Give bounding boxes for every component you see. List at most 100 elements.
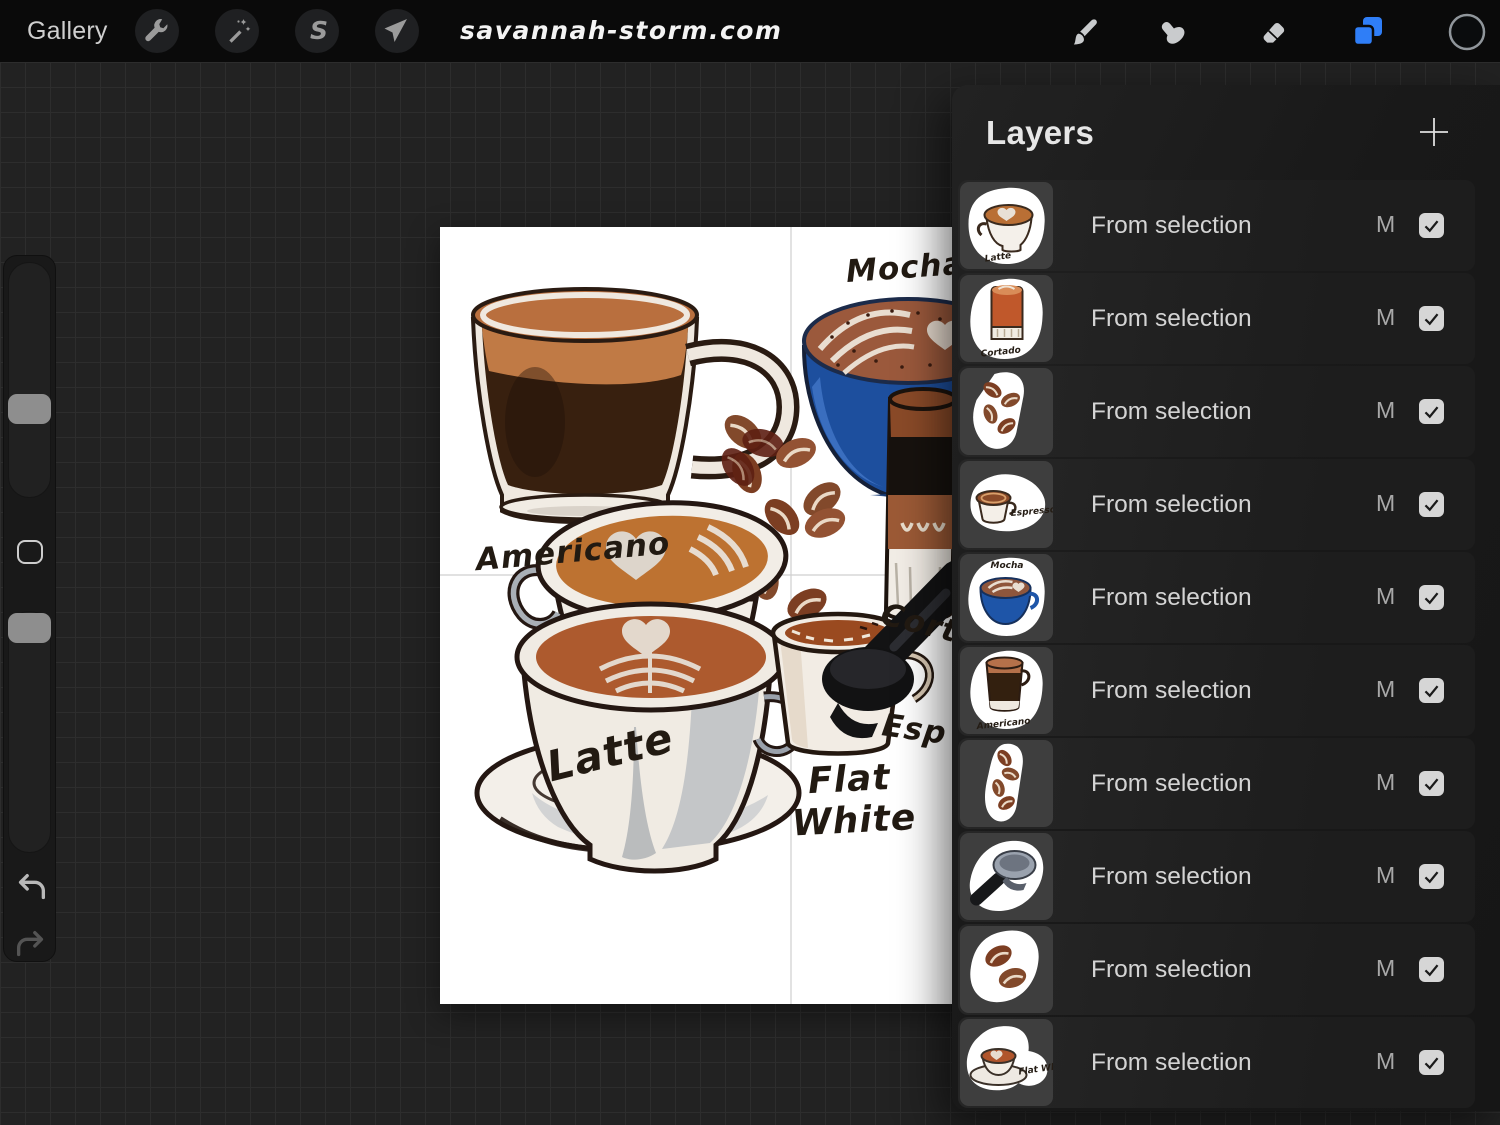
- layer-row-mocha[interactable]: Mocha From selection M: [958, 552, 1475, 643]
- brush-size-slider[interactable]: [8, 262, 51, 498]
- flat-white-thumb-icon: Flat White: [960, 1019, 1053, 1106]
- check-icon: [1422, 774, 1441, 793]
- layer-name: From selection: [1091, 491, 1252, 519]
- check-icon: [1422, 867, 1441, 886]
- brush-size-handle[interactable]: [8, 394, 51, 424]
- layer-name: From selection: [1091, 212, 1252, 240]
- coffee-beans-thumb-icon: [960, 368, 1053, 455]
- check-icon: [1422, 402, 1441, 421]
- blend-mode-badge[interactable]: M: [1376, 304, 1395, 331]
- layers-panel: Layers: [952, 85, 1500, 1111]
- mocha-label: Mocha: [845, 246, 966, 290]
- blend-mode-badge[interactable]: M: [1376, 211, 1395, 238]
- smudge-tool-button[interactable]: [1151, 13, 1195, 51]
- workspace-background: Americano Mocha Latte Cort Esp Flat Whit…: [0, 62, 1500, 1125]
- layer-row-cortado[interactable]: Cortado From selection M: [958, 273, 1475, 364]
- brush-tool-button[interactable]: [1063, 13, 1107, 51]
- mocha-thumb-icon: Mocha: [960, 554, 1053, 641]
- layers-panel-header: Layers: [952, 85, 1500, 180]
- layer-name: From selection: [1091, 1049, 1252, 1077]
- selection-glyph: S: [310, 16, 328, 45]
- modify-button[interactable]: [17, 540, 43, 564]
- blend-mode-badge[interactable]: M: [1376, 1048, 1395, 1075]
- layer-thumbnail[interactable]: [960, 740, 1053, 827]
- check-icon: [1422, 588, 1441, 607]
- color-tool-button[interactable]: [1445, 13, 1489, 51]
- layer-visibility-checkbox[interactable]: [1419, 585, 1444, 610]
- layer-visibility-checkbox[interactable]: [1419, 306, 1444, 331]
- check-icon: [1422, 309, 1441, 328]
- layer-row-americano[interactable]: Americano From selection M: [958, 645, 1475, 736]
- blend-mode-badge[interactable]: M: [1376, 769, 1395, 796]
- wrench-icon: [141, 15, 173, 47]
- eraser-tool-button[interactable]: [1250, 13, 1294, 51]
- espresso-label: Esp: [880, 707, 949, 752]
- blend-mode-badge[interactable]: M: [1376, 955, 1395, 982]
- layer-visibility-checkbox[interactable]: [1419, 864, 1444, 889]
- canvas[interactable]: Americano Mocha Latte Cort Esp Flat Whit…: [440, 227, 1010, 1004]
- eraser-icon: [1255, 15, 1289, 49]
- layer-row-portafilter[interactable]: From selection M: [958, 831, 1475, 922]
- layer-thumbnail[interactable]: [960, 368, 1053, 455]
- layer-thumbnail[interactable]: Americano: [960, 647, 1053, 734]
- layer-thumbnail[interactable]: [960, 926, 1053, 1013]
- layer-thumbnail[interactable]: Latte: [960, 182, 1053, 269]
- layer-visibility-checkbox[interactable]: [1419, 678, 1444, 703]
- layer-thumbnail[interactable]: Cortado: [960, 275, 1053, 362]
- smudge-icon: [1156, 15, 1190, 49]
- layer-visibility-checkbox[interactable]: [1419, 771, 1444, 796]
- layer-row-latte[interactable]: Latte From selection M: [958, 180, 1475, 271]
- selection-s-icon: S: [301, 15, 333, 47]
- layer-row-espresso[interactable]: Espresso From selection M: [958, 459, 1475, 550]
- layers-tool-button[interactable]: [1346, 13, 1390, 51]
- gallery-button[interactable]: Gallery: [27, 17, 108, 46]
- layer-visibility-checkbox[interactable]: [1419, 957, 1444, 982]
- selection-button[interactable]: S: [295, 9, 339, 53]
- cortado-thumb-icon: Cortado: [960, 275, 1053, 362]
- plus-icon: [1417, 115, 1451, 149]
- coffee-illustration: Americano Mocha Latte Cort Esp Flat Whit…: [440, 227, 1010, 1004]
- layers-list: Latte From selection M: [958, 180, 1475, 1108]
- opacity-slider[interactable]: [8, 611, 51, 853]
- layer-row-beans-1[interactable]: From selection M: [958, 366, 1475, 457]
- layer-name: From selection: [1091, 677, 1252, 705]
- actions-button[interactable]: [135, 9, 179, 53]
- layer-row-beans-3[interactable]: From selection M: [958, 924, 1475, 1015]
- blend-mode-badge[interactable]: M: [1376, 676, 1395, 703]
- transform-button[interactable]: [375, 9, 419, 53]
- blend-mode-badge[interactable]: M: [1376, 397, 1395, 424]
- add-layer-button[interactable]: [1410, 108, 1458, 156]
- layers-icon: [1350, 14, 1386, 50]
- layer-name: From selection: [1091, 398, 1252, 426]
- blend-mode-badge[interactable]: M: [1376, 583, 1395, 610]
- layer-name: From selection: [1091, 956, 1252, 984]
- layer-visibility-checkbox[interactable]: [1419, 213, 1444, 238]
- procreate-window: Gallery S savannah-storm.com: [0, 0, 1500, 1125]
- layer-thumbnail[interactable]: [960, 833, 1053, 920]
- adjustments-button[interactable]: [215, 9, 259, 53]
- layer-name: From selection: [1091, 770, 1252, 798]
- layer-visibility-checkbox[interactable]: [1419, 492, 1444, 517]
- thumb-caption: Mocha: [991, 561, 1024, 571]
- opacity-handle[interactable]: [8, 613, 51, 643]
- undo-button[interactable]: [12, 871, 50, 905]
- redo-button[interactable]: [12, 928, 50, 962]
- check-icon: [1422, 1053, 1441, 1072]
- layer-row-beans-2[interactable]: From selection M: [958, 738, 1475, 829]
- layer-thumbnail[interactable]: Espresso: [960, 461, 1053, 548]
- layer-row-flat-white[interactable]: Flat White From selection M: [958, 1017, 1475, 1108]
- blend-mode-badge[interactable]: M: [1376, 490, 1395, 517]
- redo-icon: [12, 928, 50, 962]
- layers-panel-title: Layers: [986, 114, 1094, 152]
- layer-visibility-checkbox[interactable]: [1419, 1050, 1444, 1075]
- layer-name: From selection: [1091, 305, 1252, 333]
- layer-thumbnail[interactable]: Flat White: [960, 1019, 1053, 1106]
- layer-visibility-checkbox[interactable]: [1419, 399, 1444, 424]
- check-icon: [1422, 495, 1441, 514]
- blend-mode-badge[interactable]: M: [1376, 862, 1395, 889]
- layer-thumbnail[interactable]: Mocha: [960, 554, 1053, 641]
- americano-thumb-icon: Americano: [960, 647, 1053, 734]
- undo-icon: [12, 871, 50, 905]
- layer-name: From selection: [1091, 584, 1252, 612]
- espresso-thumb-icon: Espresso: [960, 461, 1053, 548]
